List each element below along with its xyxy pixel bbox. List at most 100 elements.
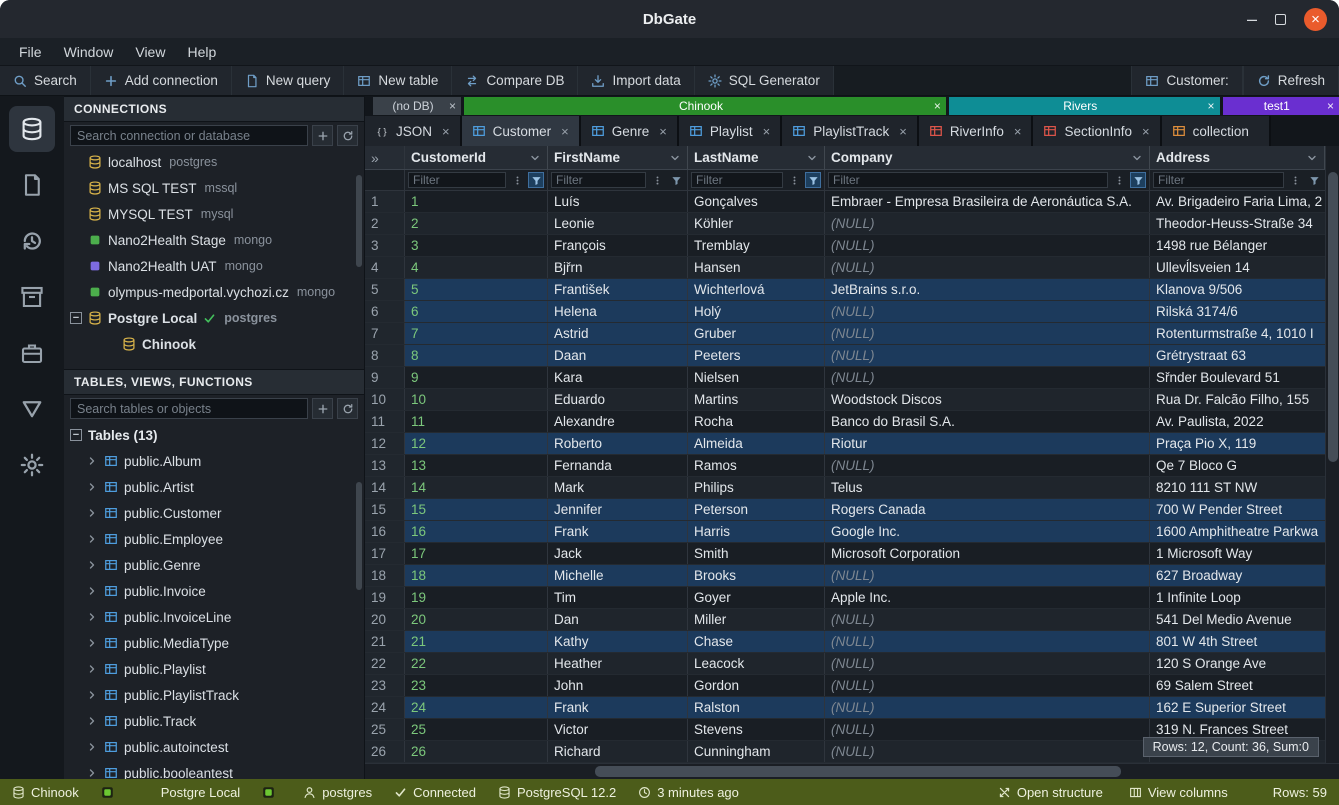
cell-customerid[interactable]: 25 xyxy=(405,719,548,740)
statusbar-item[interactable]: Chinook xyxy=(12,785,79,800)
row-number[interactable]: 20 xyxy=(365,609,405,630)
statusbar-item[interactable] xyxy=(262,786,281,799)
close-icon[interactable]: × xyxy=(1142,124,1150,139)
tables-group-row[interactable]: − Tables (13) xyxy=(64,422,364,448)
cell-company[interactable]: (NULL) xyxy=(825,565,1150,586)
cell-company[interactable]: (NULL) xyxy=(825,675,1150,696)
table-row[interactable]: 17 17 Jack Smith Microsoft Corporation 1… xyxy=(365,543,1325,565)
cell-address[interactable]: 1498 rue Bélanger xyxy=(1150,235,1325,256)
table-tree-item[interactable]: public.booleantest xyxy=(64,760,364,779)
row-number[interactable]: 25 xyxy=(365,719,405,740)
chevron-right-icon[interactable] xyxy=(86,689,98,701)
statusbar-item[interactable]: Connected xyxy=(394,785,476,800)
file-tab[interactable]: JSON × xyxy=(365,116,462,146)
column-header[interactable]: Address xyxy=(1150,146,1325,169)
table-tree-item[interactable]: public.autoinctest xyxy=(64,734,364,760)
sidebar-widget-button[interactable] xyxy=(9,274,55,320)
table-row[interactable]: 9 9 Kara Nielsen (NULL) Sřnder Boulevard… xyxy=(365,367,1325,389)
table-tree-item[interactable]: public.MediaType xyxy=(64,630,364,656)
cell-customerid[interactable]: 21 xyxy=(405,631,548,652)
maximize-button[interactable] xyxy=(1275,14,1286,25)
chevron-right-icon[interactable] xyxy=(86,585,98,597)
tables-search-input[interactable] xyxy=(70,398,308,419)
row-number[interactable]: 13 xyxy=(365,455,405,476)
table-tree-item[interactable]: public.Artist xyxy=(64,474,364,500)
cell-company[interactable]: (NULL) xyxy=(825,213,1150,234)
close-icon[interactable]: × xyxy=(659,124,667,139)
filter-input[interactable] xyxy=(828,172,1108,188)
file-tab[interactable]: Customer × xyxy=(462,116,581,146)
cell-firstname[interactable]: Kara xyxy=(548,367,688,388)
connection-item[interactable]: Nano2Health UAT mongo xyxy=(64,253,364,279)
cell-lastname[interactable]: Tremblay xyxy=(688,235,825,256)
table-row[interactable]: 20 20 Dan Miller (NULL) 541 Del Medio Av… xyxy=(365,609,1325,631)
sidebar-widget-button[interactable] xyxy=(9,218,55,264)
cell-customerid[interactable]: 9 xyxy=(405,367,548,388)
cell-firstname[interactable]: Mark xyxy=(548,477,688,498)
table-row[interactable]: 18 18 Michelle Brooks (NULL) 627 Broadwa… xyxy=(365,565,1325,587)
close-icon[interactable]: × xyxy=(442,124,450,139)
cell-firstname[interactable]: Eduardo xyxy=(548,389,688,410)
refresh-tables-icon[interactable] xyxy=(337,398,358,419)
cell-lastname[interactable]: Peeters xyxy=(688,345,825,366)
statusbar-item[interactable]: Postgre Local xyxy=(142,785,241,800)
cell-lastname[interactable]: Gonçalves xyxy=(688,191,825,212)
cell-address[interactable]: 162 E Superior Street xyxy=(1150,697,1325,718)
toolbar-button[interactable]: Add connection xyxy=(91,66,232,95)
connection-item[interactable]: MYSQL TEST mysql xyxy=(64,201,364,227)
cell-customerid[interactable]: 18 xyxy=(405,565,548,586)
cell-lastname[interactable]: Chase xyxy=(688,631,825,652)
connection-item[interactable]: − Postgre Local postgres xyxy=(64,305,364,331)
table-tree-item[interactable]: public.Playlist xyxy=(64,656,364,682)
row-number[interactable]: 3 xyxy=(365,235,405,256)
filter-menu-icon[interactable] xyxy=(649,172,665,188)
cell-lastname[interactable]: Smith xyxy=(688,543,825,564)
cell-customerid[interactable]: 6 xyxy=(405,301,548,322)
row-number[interactable]: 11 xyxy=(365,411,405,432)
table-row[interactable]: 6 6 Helena Holý (NULL) Rilská 3174/6 xyxy=(365,301,1325,323)
statusbar-item[interactable]: postgres xyxy=(303,785,372,800)
cell-address[interactable]: Qe 7 Bloco G xyxy=(1150,455,1325,476)
cell-firstname[interactable]: Frank xyxy=(548,521,688,542)
cell-address[interactable]: 120 S Orange Ave xyxy=(1150,653,1325,674)
add-connection-icon[interactable] xyxy=(312,125,333,146)
cell-company[interactable]: JetBrains s.r.o. xyxy=(825,279,1150,300)
cell-customerid[interactable]: 10 xyxy=(405,389,548,410)
refresh-connections-icon[interactable] xyxy=(337,125,358,146)
filter-menu-icon[interactable] xyxy=(509,172,525,188)
table-tree-item[interactable]: public.Employee xyxy=(64,526,364,552)
table-row[interactable]: 10 10 Eduardo Martins Woodstock Discos R… xyxy=(365,389,1325,411)
table-row[interactable]: 14 14 Mark Philips Telus 8210 111 ST NW xyxy=(365,477,1325,499)
statusbar-item[interactable]: 3 minutes ago xyxy=(638,785,739,800)
cell-address[interactable]: 69 Salem Street xyxy=(1150,675,1325,696)
chevron-right-icon[interactable] xyxy=(86,559,98,571)
close-icon[interactable]: × xyxy=(1208,99,1215,113)
cell-company[interactable]: Google Inc. xyxy=(825,521,1150,542)
statusbar-item[interactable] xyxy=(101,786,120,799)
cell-customerid[interactable]: 11 xyxy=(405,411,548,432)
cell-firstname[interactable]: François xyxy=(548,235,688,256)
horizontal-scrollbar[interactable] xyxy=(365,763,1339,779)
column-dropdown-icon[interactable] xyxy=(1306,152,1318,164)
cell-lastname[interactable]: Holý xyxy=(688,301,825,322)
cell-address[interactable]: 700 W Pender Street xyxy=(1150,499,1325,520)
cell-firstname[interactable]: Fernanda xyxy=(548,455,688,476)
database-group-tab[interactable]: Chinook × xyxy=(464,97,946,115)
cell-address[interactable]: 8210 111 ST NW xyxy=(1150,477,1325,498)
table-row[interactable]: 16 16 Frank Harris Google Inc. 1600 Amph… xyxy=(365,521,1325,543)
cell-customerid[interactable]: 8 xyxy=(405,345,548,366)
toolbar-button[interactable]: Search xyxy=(0,66,91,95)
menu-item[interactable]: File xyxy=(8,44,53,60)
toolbar-button[interactable]: SQL Generator xyxy=(695,66,834,95)
cell-firstname[interactable]: Dan xyxy=(548,609,688,630)
chevron-right-icon[interactable] xyxy=(86,455,98,467)
file-tab[interactable]: SectionInfo × xyxy=(1033,116,1161,146)
statusbar-item[interactable]: View columns xyxy=(1129,785,1228,800)
row-number[interactable]: 2 xyxy=(365,213,405,234)
cell-lastname[interactable]: Harris xyxy=(688,521,825,542)
cell-lastname[interactable]: Ramos xyxy=(688,455,825,476)
table-row[interactable]: 4 4 Bjřrn Hansen (NULL) Ullevĺlsveien 14 xyxy=(365,257,1325,279)
expander-icon[interactable]: − xyxy=(70,429,82,441)
toolbar-button[interactable]: New table xyxy=(344,66,452,95)
cell-customerid[interactable]: 17 xyxy=(405,543,548,564)
